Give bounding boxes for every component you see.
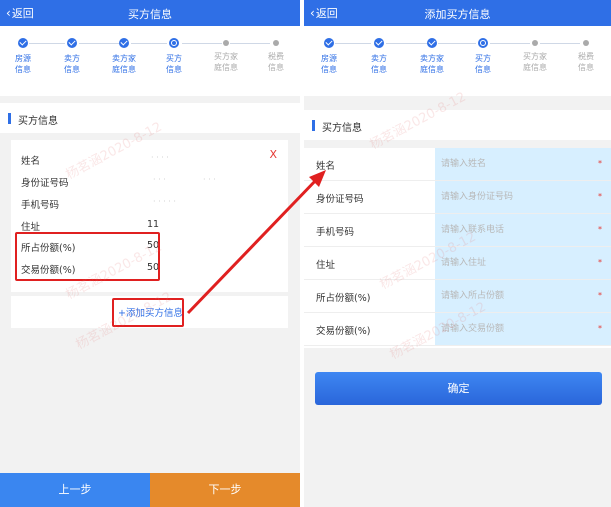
current-step-icon — [169, 38, 179, 48]
progress-steps: 房源 信息 卖方 信息 卖方家 庭信息 买方 信息 买方家 庭信息 税费 信息 — [0, 26, 300, 96]
current-step-icon — [478, 38, 488, 48]
share-percent-input[interactable] — [435, 280, 611, 312]
pending-step-icon — [532, 40, 538, 46]
bottom-action-bar: 上一步 下一步 — [0, 473, 300, 507]
form-row-address: 住址 * — [304, 247, 611, 280]
redacted-text: · · · — [203, 175, 216, 184]
step-tax-info[interactable]: 税费 信息 — [256, 38, 296, 73]
step-seller-info[interactable]: 卖方 信息 — [52, 38, 92, 75]
top-nav-bar: ‹返回 买方信息 — [0, 0, 300, 26]
info-row: 身份证号码 · · · · · · — [21, 172, 278, 190]
step-label: 卖方 信息 — [371, 54, 387, 74]
add-buyer-screen: ‹返回 添加买方信息 房源 信息 卖方 信息 卖方家 庭信息 买方 信息 买方家… — [304, 0, 611, 507]
check-icon — [374, 38, 384, 48]
check-icon — [324, 38, 334, 48]
step-label: 买方 信息 — [475, 54, 491, 74]
section-title: 买方信息 — [18, 116, 58, 127]
phone-input[interactable] — [435, 214, 611, 246]
check-icon — [427, 38, 437, 48]
row-label: 手机号码 — [21, 200, 60, 211]
step-buyer-family-info[interactable]: 买方家 庭信息 — [206, 38, 246, 73]
row-label: 身份证号码 — [21, 178, 69, 189]
required-mark: * — [598, 291, 602, 300]
step-seller-family-info[interactable]: 卖方家 庭信息 — [412, 38, 452, 75]
form-row-trade-share: 交易份额(%) * — [304, 313, 611, 346]
annotation-highlight-box — [112, 298, 184, 327]
required-mark: * — [598, 324, 602, 333]
step-seller-family-info[interactable]: 卖方家 庭信息 — [104, 38, 144, 75]
row-label: 姓名 — [21, 156, 41, 167]
redacted-text: · · · · · — [153, 197, 176, 206]
pending-step-icon — [583, 40, 589, 46]
step-house-info[interactable]: 房源 信息 — [3, 38, 43, 75]
page-title: 买方信息 — [128, 8, 172, 21]
check-icon — [18, 38, 28, 48]
check-icon — [119, 38, 129, 48]
check-icon — [67, 38, 77, 48]
section-accent-bar — [8, 113, 11, 124]
redacted-text: · · · · — [151, 153, 169, 162]
step-buyer-info[interactable]: 买方 信息 — [154, 38, 194, 75]
step-label: 买方家 庭信息 — [523, 52, 547, 72]
field-label: 住址 — [316, 260, 336, 271]
field-label: 所占份额(%) — [316, 293, 371, 304]
step-house-info[interactable]: 房源 信息 — [309, 38, 349, 75]
row-label: 住址 — [21, 222, 41, 233]
required-mark: * — [598, 258, 602, 267]
pending-step-icon — [223, 40, 229, 46]
form-row-phone: 手机号码 * — [304, 214, 611, 247]
prev-step-button[interactable]: 上一步 — [0, 473, 150, 507]
field-label: 交易份额(%) — [316, 326, 371, 337]
step-label: 卖方家 庭信息 — [112, 54, 136, 74]
section-title: 买方信息 — [322, 123, 362, 134]
step-label: 房源 信息 — [321, 54, 337, 74]
redacted-text: · · · — [153, 175, 166, 184]
address-input[interactable] — [435, 247, 611, 279]
step-label: 买方家 庭信息 — [214, 52, 238, 72]
form-row-id: 身份证号码 * — [304, 181, 611, 214]
next-step-button[interactable]: 下一步 — [150, 473, 300, 507]
step-tax-info[interactable]: 税费 信息 — [566, 38, 606, 73]
step-label: 买方 信息 — [166, 54, 182, 74]
form-row-name: 姓名 * — [304, 148, 611, 181]
step-seller-info[interactable]: 卖方 信息 — [359, 38, 399, 75]
confirm-button[interactable]: 确定 — [315, 372, 602, 405]
progress-steps: 房源 信息 卖方 信息 卖方家 庭信息 买方 信息 买方家 庭信息 税费 信息 — [304, 26, 611, 96]
row-value: 11 — [147, 219, 160, 230]
pending-step-icon — [273, 40, 279, 46]
step-label: 税费 信息 — [578, 52, 594, 72]
field-label: 身份证号码 — [316, 194, 364, 205]
field-label: 姓名 — [316, 161, 336, 172]
top-nav-bar: ‹返回 添加买方信息 — [304, 0, 611, 26]
step-label: 房源 信息 — [15, 54, 31, 74]
section-accent-bar — [312, 120, 315, 131]
step-label: 卖方 信息 — [64, 54, 80, 74]
step-label: 税费 信息 — [268, 52, 284, 72]
step-buyer-family-info[interactable]: 买方家 庭信息 — [515, 38, 555, 73]
form-row-share: 所占份额(%) * — [304, 280, 611, 313]
required-mark: * — [598, 159, 602, 168]
name-input[interactable] — [435, 148, 611, 180]
page-title: 添加买方信息 — [424, 8, 491, 21]
step-buyer-info[interactable]: 买方 信息 — [463, 38, 503, 75]
info-row: 手机号码 · · · · · — [21, 194, 278, 212]
annotation-highlight-box — [15, 232, 160, 281]
buyer-info-screen: ‹返回 买方信息 房源 信息 卖方 信息 卖方家 庭信息 买方 信息 买方家 庭… — [0, 0, 300, 507]
section-header: 买方信息 — [304, 110, 611, 140]
trade-share-input[interactable] — [435, 313, 611, 345]
required-mark: * — [598, 225, 602, 234]
id-number-input[interactable] — [435, 181, 611, 213]
buyer-form: 姓名 * 身份证号码 * 手机号码 * 住址 * 所占份额(%) * 交易份额(… — [304, 148, 611, 348]
field-label: 手机号码 — [316, 227, 355, 238]
section-header: 买方信息 — [0, 103, 300, 133]
step-label: 卖方家 庭信息 — [420, 54, 444, 74]
required-mark: * — [598, 192, 602, 201]
info-row: 姓名 · · · · — [21, 150, 278, 168]
